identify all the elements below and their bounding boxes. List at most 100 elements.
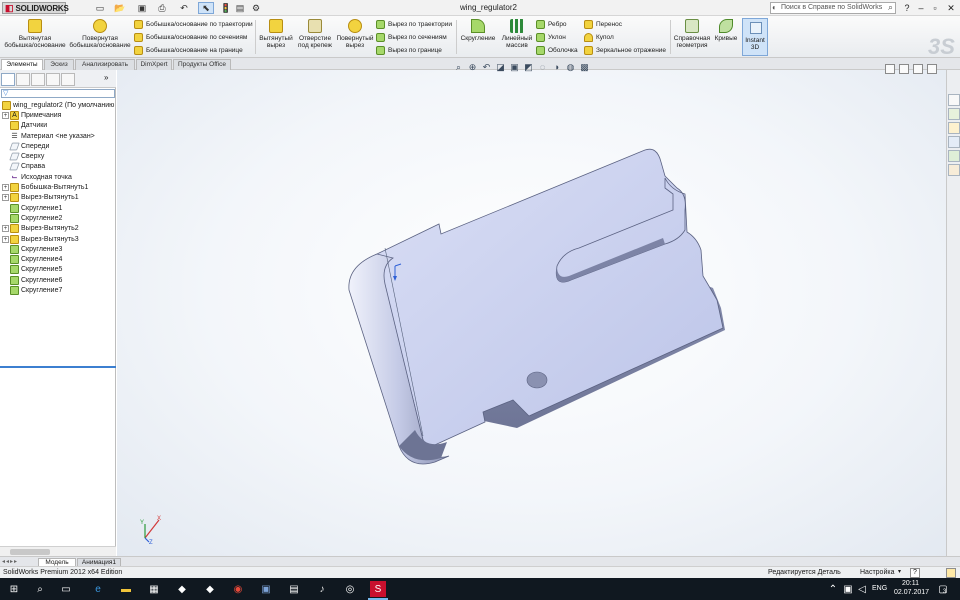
extruded-boss-button[interactable]: Вытянутая бобышка/основание [4,19,66,49]
volume-icon[interactable]: ◁ [856,581,868,597]
itunes-icon[interactable]: ♪ [314,581,330,597]
file-explorer-icon[interactable]: ▬ [118,581,134,597]
tree-item[interactable]: Скругление1 [0,203,116,213]
tree-item[interactable]: Сверху [0,151,116,161]
network-icon[interactable]: ▣ [842,581,854,597]
feature-tree-filter-input[interactable]: ▽ [1,89,115,98]
custom-properties-icon[interactable] [948,164,960,176]
tab-features[interactable]: Элементы [1,59,43,70]
expand-toggle-icon[interactable]: + [2,184,9,192]
shell-button[interactable]: Оболочка [536,44,578,56]
solidworks-taskbar-icon[interactable]: S [368,581,388,600]
hole-wizard-button[interactable]: Отверстие под крепеж [296,19,334,49]
keyboard-language[interactable]: ENG [872,585,887,592]
view-palette-icon[interactable] [948,136,960,148]
tree-item[interactable]: ⌙ Исходная точка [0,172,116,182]
search-icon[interactable]: ⌕ [32,581,48,597]
rib-button[interactable]: Ребро [536,18,567,30]
app-icon[interactable]: ◆ [174,581,190,597]
reference-geometry-button[interactable]: Справочная геометрия [672,19,712,49]
tab-sketch[interactable]: Эскиз [44,59,74,70]
dome-button[interactable]: Купол [584,31,614,43]
minimize-icon[interactable]: – [914,2,928,14]
store-icon[interactable]: ▦ [146,581,162,597]
tree-item[interactable]: Скругление3 [0,244,116,254]
app-icon[interactable]: ◎ [342,581,358,597]
feature-tree-tab-icon[interactable] [1,73,15,86]
swept-boss-button[interactable]: Бобышка/основание по траектории [134,18,253,30]
tab-evaluate[interactable]: Анализировать [75,59,135,70]
linear-pattern-button[interactable]: Линейный массив [498,19,536,49]
clock-date[interactable]: 02.07.2017 [894,589,929,596]
floppy-save-icon[interactable]: ▣ [258,581,274,597]
swept-cut-button[interactable]: Вырез по траектории [376,18,452,30]
curves-button[interactable]: Кривые [712,19,740,42]
tree-item[interactable]: Скругление4 [0,254,116,265]
tree-item[interactable]: + Вырез-Вытянуть1 [0,193,116,203]
close-icon[interactable]: ✕ [944,2,958,14]
expand-panel-icon[interactable]: » [104,73,108,82]
fillet-button[interactable]: Скругление [459,19,497,42]
tree-item[interactable]: Скругление5 [0,265,116,275]
tab-dimxpert[interactable]: DimXpert [136,59,172,70]
chrome-icon[interactable]: ◉ [230,581,246,597]
graphics-area[interactable]: ⌕ ⊕ ↶ ◪ ▣ ◩ ◌ ◑ ◍ ▩ X Y Z [117,62,946,556]
tree-item[interactable]: Спереди [0,141,116,151]
expand-toggle-icon[interactable]: + [2,225,9,233]
tree-item[interactable]: + Вырез-Вытянуть3 [0,234,116,244]
print-icon[interactable]: ⎙ [154,2,170,14]
expand-toggle-icon[interactable]: + [2,194,9,202]
tree-item[interactable]: + Бобышка-Вытянуть1 [0,182,116,193]
new-document-icon[interactable]: ▭ [92,2,108,14]
notification-icon[interactable] [946,568,956,578]
task-view-icon[interactable]: ▭ [58,581,74,597]
tree-item[interactable]: Скругление7 [0,285,116,295]
expand-toggle-icon[interactable]: + [2,235,9,243]
save-icon[interactable]: ▣ [134,2,150,14]
draft-button[interactable]: Уклон [536,31,566,43]
configuration-manager-tab-icon[interactable] [31,73,45,86]
display-manager-tab-icon[interactable] [61,73,75,86]
app-icon[interactable]: ◆ [202,581,218,597]
tree-item[interactable]: Датчики [0,121,116,131]
scrollbar-thumb[interactable] [10,549,50,555]
lofted-boss-button[interactable]: Бобышка/основание по сечениям [134,31,247,43]
instant3d-button[interactable]: Instant 3D [742,18,768,56]
search-icon[interactable]: ⌕ [888,2,893,12]
rollback-bar[interactable] [0,366,116,368]
help-search-input[interactable]: ◐ Поиск в Справке по SolidWorks ⌕ [770,2,896,14]
options-icon[interactable]: ⚙ [248,2,264,14]
units-settings[interactable]: Настройка [860,567,894,578]
dimxpert-manager-tab-icon[interactable] [46,73,60,86]
edge-browser-icon[interactable]: e [90,581,106,597]
help-button[interactable]: ? [910,568,920,578]
feature-tree-scrollbar[interactable] [0,546,116,556]
clock-time[interactable]: 20:11 [902,580,919,587]
tree-item[interactable]: + Вырез-Вытянуть2 [0,224,116,234]
mirror-button[interactable]: Зеркальное отражение [584,44,666,56]
boundary-boss-button[interactable]: Бобышка/основание на границе [134,44,243,56]
revolved-boss-button[interactable]: Повернутая бобышка/основание [69,19,131,49]
calculator-icon[interactable]: ▤ [286,581,302,597]
file-explorer-icon[interactable] [948,122,960,134]
help-question-icon[interactable]: ? [900,2,914,14]
lofted-cut-button[interactable]: Вырез по сечениям [376,31,447,43]
tree-root-part[interactable]: wing_regulator2 (По умолчанию [0,100,116,110]
solidworks-logo[interactable]: ◧ SOLIDWORKS [2,2,69,14]
tree-item[interactable]: Скругление6 [0,275,116,285]
select-icon[interactable]: ⬉ [198,2,214,14]
file-properties-icon[interactable]: ▤ [232,2,248,14]
solidworks-resources-icon[interactable] [948,94,960,106]
boundary-cut-button[interactable]: Вырез по границе [376,44,442,56]
extruded-cut-button[interactable]: Вытянутый вырез [258,19,294,49]
property-manager-tab-icon[interactable] [16,73,30,86]
design-library-icon[interactable] [948,108,960,120]
undo-icon[interactable]: ↶ [176,2,192,14]
appearances-icon[interactable] [948,150,960,162]
restore-icon[interactable]: ▫ [928,2,942,14]
open-icon[interactable]: 📂 [112,2,128,14]
wrap-button[interactable]: Перенос [584,18,622,30]
tab-office-products[interactable]: Продукты Office [173,59,231,70]
revolved-cut-button[interactable]: Повернутый вырез [336,19,374,49]
tree-item[interactable]: Скругление2 [0,213,116,223]
